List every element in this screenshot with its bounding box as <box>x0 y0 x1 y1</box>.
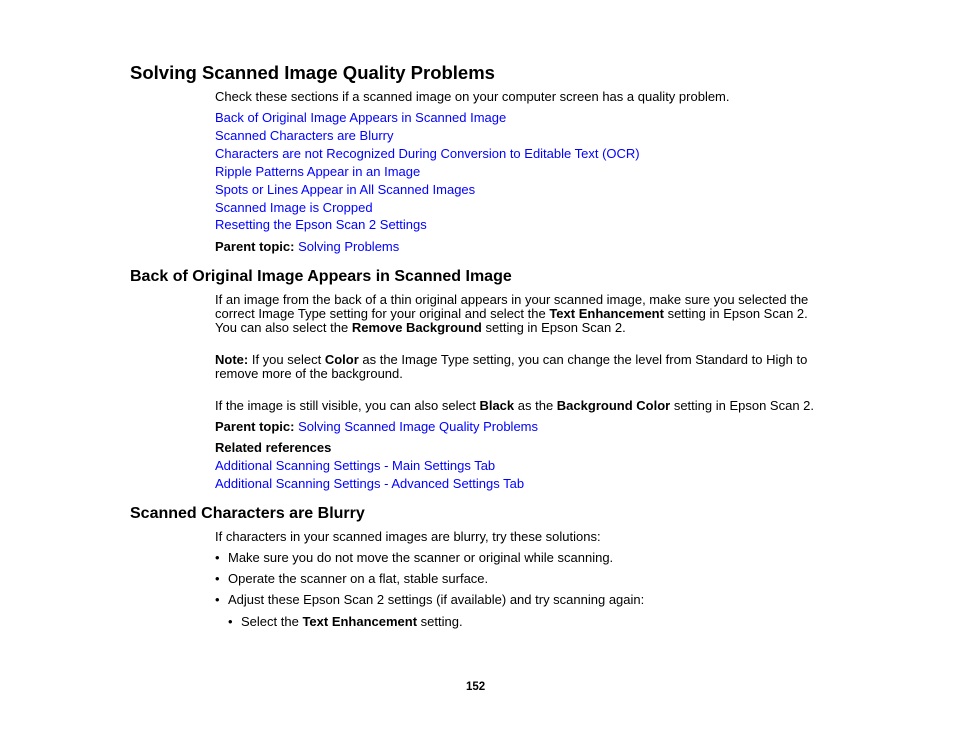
setting-name: Remove Background <box>351 320 482 335</box>
link-resetting-settings[interactable]: Resetting the Epson Scan 2 Settings <box>215 217 427 233</box>
parent-topic: Parent topic: Solving Problems <box>215 239 399 255</box>
link-spots-lines[interactable]: Spots or Lines Appear in All Scanned Ima… <box>215 182 475 198</box>
text: Select the <box>241 614 303 629</box>
bullet-icon: • <box>228 614 233 629</box>
section-intro: If characters in your scanned images are… <box>215 529 601 544</box>
parent-topic-link[interactable]: Solving Problems <box>298 239 399 254</box>
bullet-icon: • <box>215 571 220 586</box>
setting-value: Black <box>479 398 515 413</box>
paragraph-line: You can also select the Remove Backgroun… <box>215 320 626 336</box>
parent-topic-link[interactable]: Solving Scanned Image Quality Problems <box>298 419 538 434</box>
bullet-text: Adjust these Epson Scan 2 settings (if a… <box>228 592 645 607</box>
text: as the Image Type setting, you can chang… <box>358 352 808 367</box>
link-ripple-patterns[interactable]: Ripple Patterns Appear in an Image <box>215 164 420 180</box>
setting-name: Text Enhancement <box>302 614 418 629</box>
text: as the <box>514 398 557 413</box>
text: If you select <box>248 352 325 367</box>
text: correct Image Type setting for your orig… <box>215 306 550 321</box>
link-ocr[interactable]: Characters are not Recognized During Con… <box>215 146 640 162</box>
note-line: remove more of the background. <box>215 366 403 381</box>
text: setting in Epson Scan 2. <box>670 398 815 413</box>
setting-name: Text Enhancement <box>549 306 664 321</box>
link-image-cropped[interactable]: Scanned Image is Cropped <box>215 200 373 216</box>
text: setting. <box>417 614 463 629</box>
bullet-icon: • <box>215 592 220 607</box>
text: setting in Epson Scan 2. <box>481 320 626 335</box>
bullet-icon: • <box>215 550 220 565</box>
link-main-settings-tab[interactable]: Additional Scanning Settings - Main Sett… <box>215 458 495 474</box>
link-back-of-original[interactable]: Back of Original Image Appears in Scanne… <box>215 110 506 126</box>
sub-bullet-item: • Select the Text Enhancement setting. <box>228 614 463 630</box>
parent-topic-label: Parent topic: <box>215 239 295 254</box>
section-title-back-of-original: Back of Original Image Appears in Scanne… <box>130 268 512 285</box>
note-label: Note: <box>215 352 249 367</box>
paragraph-line: If the image is still visible, you can a… <box>215 398 815 414</box>
bullet-item: • Operate the scanner on a flat, stable s… <box>215 571 489 587</box>
section-title-solving-quality: Solving Scanned Image Quality Problems <box>130 62 495 83</box>
parent-topic: Parent topic: Solving Scanned Image Qual… <box>215 419 538 435</box>
setting-value: Color <box>324 352 359 367</box>
bullet-text: Operate the scanner on a flat, stable su… <box>228 571 489 586</box>
setting-name: Background Color <box>556 398 671 413</box>
page-number: 152 <box>466 681 486 693</box>
text: You can also select the <box>215 320 352 335</box>
related-references-label: Related references <box>215 440 332 455</box>
section-intro: Check these sections if a scanned image … <box>215 89 730 104</box>
bullet-text: Make sure you do not move the scanner or… <box>228 550 614 565</box>
link-characters-blurry[interactable]: Scanned Characters are Blurry <box>215 128 393 144</box>
section-title-characters-blurry: Scanned Characters are Blurry <box>130 505 365 522</box>
bullet-item: • Make sure you do not move the scanner o… <box>215 550 614 566</box>
link-advanced-settings-tab[interactable]: Additional Scanning Settings - Advanced … <box>215 476 524 492</box>
text: setting in Epson Scan 2. <box>663 306 808 321</box>
text: If the image is still visible, you can a… <box>215 398 480 413</box>
parent-topic-label: Parent topic: <box>215 419 295 434</box>
bullet-item: • Adjust these Epson Scan 2 settings (if … <box>215 592 645 608</box>
